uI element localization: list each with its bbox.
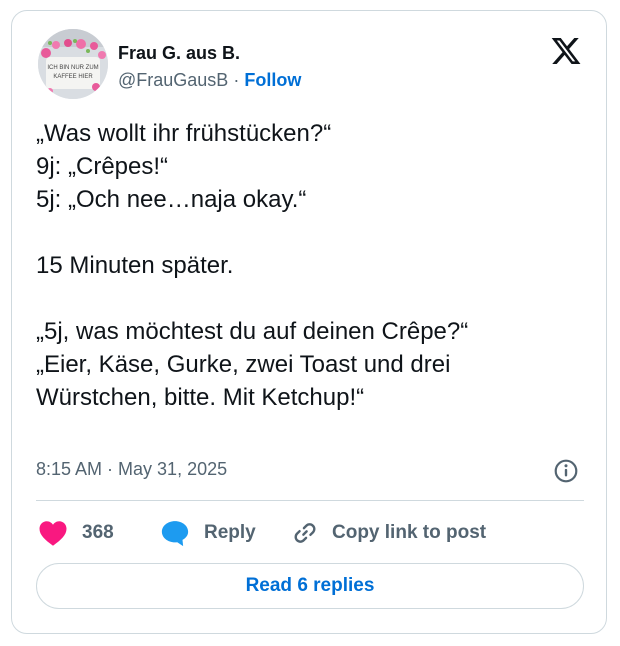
- avatar[interactable]: ICH BIN NUR ZUM KAFFEE HIER: [38, 29, 108, 99]
- like-count: 368: [82, 522, 114, 543]
- copy-link-button[interactable]: Copy link to post: [292, 515, 486, 551]
- tweet-line: 15 Minuten später.: [36, 252, 234, 279]
- author-handle[interactable]: @FrauGausB: [118, 70, 228, 90]
- reply-bubble-icon: [161, 521, 189, 547]
- tweet-card: ICH BIN NUR ZUM KAFFEE HIER Frau G. aus …: [11, 10, 607, 634]
- link-icon: [294, 523, 316, 543]
- author-display-name[interactable]: Frau G. aus B.: [118, 43, 240, 64]
- tweet-text: „Was wollt ihr frühstücken?“ 9j: „Crêpes…: [36, 117, 584, 414]
- reply-label: Reply: [204, 522, 256, 543]
- divider: [36, 500, 584, 501]
- reply-button[interactable]: Reply: [160, 515, 256, 551]
- like-button[interactable]: 368: [38, 515, 114, 551]
- follow-button[interactable]: Follow: [244, 70, 301, 90]
- tweet-timestamp[interactable]: 8:15 AM · May 31, 2025: [36, 459, 227, 480]
- tweet-line: „5j, was möchtest du auf deinen Crêpe?“: [36, 318, 469, 345]
- avatar-mug-text-1: ICH BIN NUR ZUM: [47, 65, 98, 71]
- tweet-line: 5j: „Och nee…naja okay.“: [36, 186, 307, 213]
- copy-link-label: Copy link to post: [332, 522, 487, 543]
- tweet-line: „Eier, Käse, Gurke, zwei Toast und drei: [36, 351, 451, 378]
- read-replies-button[interactable]: Read 6 replies: [36, 563, 584, 609]
- x-logo-icon[interactable]: [550, 35, 582, 67]
- avatar-mug-text-2: KAFFEE HIER: [53, 74, 93, 80]
- tweet-line: „Was wollt ihr frühstücken?“: [36, 120, 332, 147]
- heart-icon: [39, 521, 67, 546]
- info-icon[interactable]: [553, 458, 579, 484]
- author-handle-line: @FrauGausB · Follow: [118, 70, 301, 91]
- separator-dot: ·: [233, 70, 240, 90]
- avatar-mug-image: ICH BIN NUR ZUM KAFFEE HIER: [38, 29, 108, 99]
- tweet-line: 9j: „Crêpes!“: [36, 153, 169, 180]
- read-replies-label: Read 6 replies: [245, 575, 375, 596]
- tweet-line: Würstchen, bitte. Mit Ketchup!“: [36, 384, 365, 411]
